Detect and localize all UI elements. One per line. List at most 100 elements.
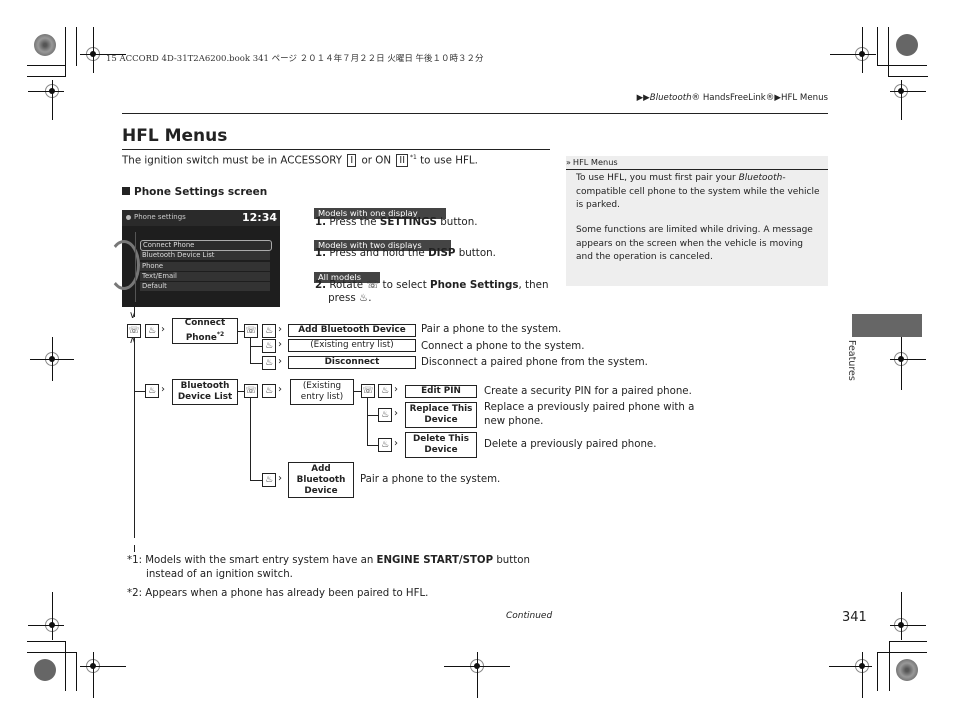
step-1-one-display: 1. Press the SETTINGS button.: [315, 216, 478, 228]
text: Some functions are limited while driving…: [576, 225, 813, 235]
footnote-1: *1: Models with the smart entry system h…: [127, 554, 567, 582]
rotate-knob-icon: ☏: [244, 384, 258, 398]
breadcrumb: ▶▶Bluetooth® HandsFreeLink®▶HFL Menus: [637, 93, 828, 103]
crop-mark: [27, 652, 77, 653]
crop-mark: [862, 652, 863, 698]
arrow-icon: ›: [278, 339, 282, 350]
step-text-post: button.: [458, 247, 496, 259]
flow-line: [250, 398, 251, 480]
rotate-knob-icon: ☏: [244, 324, 258, 338]
disconnect-box[interactable]: Disconnect: [288, 356, 416, 369]
arrow-icon: ›: [278, 356, 282, 367]
box-label: Bluetooth: [180, 381, 230, 391]
screen-item-phone: Phone: [140, 262, 270, 271]
box-label: Device: [424, 415, 458, 425]
crop-mark: [890, 91, 926, 92]
step-text: Press and hold the: [329, 247, 425, 259]
text: To use HFL, you must first pair your: [576, 173, 736, 183]
box-label: entry list): [300, 392, 344, 402]
section-heading: Phone Settings screen: [122, 186, 267, 198]
screen-item-default: Default: [140, 282, 270, 291]
intro-text: The ignition switch must be in ACCESSORY…: [122, 154, 478, 168]
arrow-icon: ›: [394, 408, 398, 419]
press-knob-icon: ♨: [145, 324, 159, 338]
sidebar-note: » HFL Menus To use HFL, you must first pa…: [566, 156, 828, 286]
desc-existing-entry: Connect a phone to the system.: [421, 341, 585, 352]
footnote-ref-1: *1: [410, 154, 417, 161]
crop-mark: [890, 359, 926, 360]
desc-edit-pin: Create a security PIN for a paired phone…: [484, 386, 692, 397]
step-text-post: , then: [518, 279, 549, 291]
crop-mark: [877, 65, 927, 66]
step-text-post: button.: [440, 216, 478, 228]
screen-item-connect-phone: Connect Phone: [140, 240, 272, 251]
crop-mark: [76, 652, 77, 691]
chapter-tab[interactable]: [852, 314, 922, 337]
box-label: Replace This: [409, 404, 473, 414]
arrow-icon: ›: [161, 384, 165, 395]
section-bullet-icon: [122, 187, 130, 195]
sidebar-heading: » HFL Menus: [566, 156, 828, 170]
screen-clock: 12:34: [241, 211, 277, 224]
text: Models with the smart entry system have …: [145, 555, 374, 566]
screen-title: Phone settings: [134, 213, 186, 221]
step-text: Press the: [329, 216, 377, 228]
breadcrumb-handsfreelink[interactable]: ® HandsFreeLink®: [692, 93, 775, 103]
bluetooth-device-list-box[interactable]: Bluetooth Device List: [172, 379, 238, 405]
existing-entry-list-box-2[interactable]: (Existing entry list): [290, 379, 354, 405]
crop-mark: [901, 80, 902, 120]
text: -: [782, 173, 786, 183]
print-register-disc-tl: [34, 34, 56, 56]
continued-label: Continued: [506, 611, 553, 621]
text: button: [496, 555, 530, 566]
connect-phone-box[interactable]: Connect Phone*2: [172, 318, 238, 344]
flow-line: [250, 338, 251, 363]
screen-phone-icon: [126, 215, 131, 220]
existing-entry-list-box[interactable]: (Existing entry list): [288, 339, 416, 352]
box-label: Device: [304, 485, 338, 496]
box-label: Device List: [177, 392, 233, 402]
chapter-label[interactable]: Features: [846, 340, 857, 381]
breadcrumb-hfl-menus[interactable]: HFL Menus: [781, 93, 828, 103]
step-text-end: .: [368, 292, 372, 304]
add-bluetooth-device-box-2[interactable]: Add Bluetooth Device: [288, 462, 354, 498]
crop-mark: [889, 641, 890, 691]
step-text-line2: press: [328, 292, 356, 304]
press-knob-icon: ♨: [262, 384, 276, 398]
press-knob-icon: ♨: [145, 384, 159, 398]
flow-line: [134, 545, 135, 552]
flow-line: [250, 363, 262, 364]
crop-mark: [30, 359, 74, 360]
page-title: HFL Menus: [122, 126, 228, 146]
press-knob-icon: ♨: [262, 339, 276, 353]
flow-line: [250, 480, 262, 481]
step-bold: SETTINGS: [379, 216, 437, 228]
step-bold: DISP: [428, 247, 456, 259]
step-text-mid: to select: [382, 279, 427, 291]
text: and the operation is canceled.: [576, 252, 713, 262]
print-header: 15 ACCORD 4D-31T2A6200.book 341 ページ ２０１４…: [106, 54, 484, 64]
add-bluetooth-device-box[interactable]: Add Bluetooth Device: [288, 324, 416, 337]
crop-mark: [93, 652, 94, 698]
sidebar-heading-text[interactable]: HFL Menus: [573, 157, 618, 167]
breadcrumb-bluetooth[interactable]: Bluetooth: [650, 93, 692, 103]
replace-this-device-box[interactable]: Replace This Device: [405, 402, 477, 428]
box-label: (Existing: [302, 381, 342, 391]
edit-pin-box[interactable]: Edit PIN: [405, 385, 477, 398]
crop-mark: [444, 666, 510, 667]
breadcrumb-arrow-icon: ▶▶: [636, 93, 650, 103]
intro-after: to use HFL.: [420, 154, 478, 167]
crop-mark: [829, 666, 872, 667]
screen-item-bt-device-list: Bluetooth Device List: [140, 251, 270, 260]
crop-mark: [889, 641, 927, 642]
crop-mark: [901, 592, 902, 640]
crop-mark: [52, 80, 53, 120]
screen-item-text-email: Text/Email: [140, 272, 270, 281]
crop-mark: [76, 27, 77, 66]
delete-this-device-box[interactable]: Delete This Device: [405, 432, 477, 458]
crop-mark: [27, 76, 65, 77]
crop-mark: [80, 666, 126, 667]
sidebar-paragraph-1: To use HFL, you must first pair your Blu…: [576, 172, 821, 213]
crop-mark: [93, 27, 94, 73]
press-knob-icon: ♨: [262, 473, 276, 487]
